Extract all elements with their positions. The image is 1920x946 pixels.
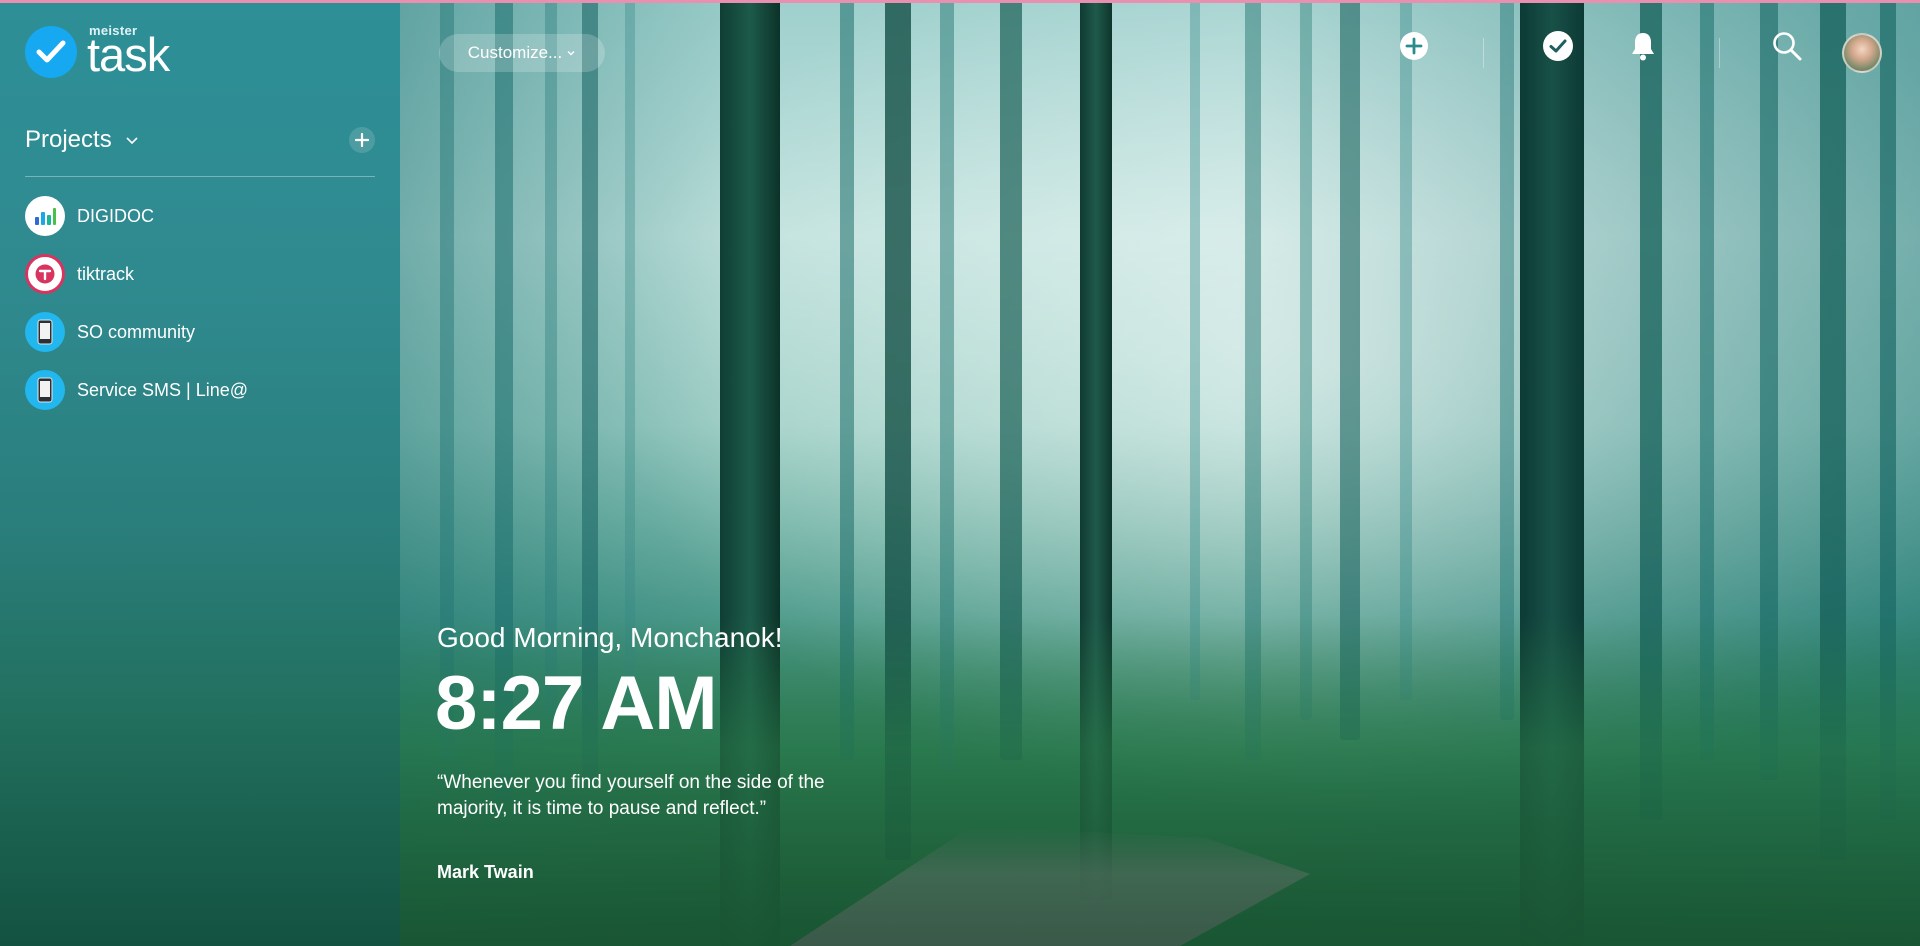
project-item-tiktrack[interactable]: tiktrack <box>25 245 375 303</box>
project-item-service-sms[interactable]: Service SMS | Line@ <box>25 361 375 419</box>
bell-icon <box>1632 33 1654 61</box>
check-icon <box>1543 31 1573 61</box>
project-list: DIGIDOC tiktrack SO community Service SM… <box>25 187 375 419</box>
customize-label: Customize... <box>467 43 563 62</box>
sidebar: meister task Projects DIGIDOC tiktrack S… <box>0 0 400 946</box>
projects-divider <box>25 176 375 177</box>
customize-button[interactable]: Customize... <box>439 34 605 72</box>
add-button[interactable] <box>1398 30 1430 62</box>
logo-text-task: task <box>87 28 170 81</box>
topbar-separator <box>1483 38 1484 68</box>
project-label: SO community <box>77 321 196 342</box>
search-icon <box>1773 32 1802 61</box>
add-project-button[interactable] <box>349 127 375 153</box>
chevron-down-icon[interactable] <box>124 132 140 148</box>
user-avatar[interactable] <box>1842 33 1882 73</box>
top-accent-line <box>0 0 1920 3</box>
notifications-button[interactable] <box>1627 30 1659 62</box>
chevron-down-icon <box>566 48 576 58</box>
clock-time: 8:27 AM <box>435 661 718 746</box>
greeting-text: Good Morning, Monchanok! <box>437 622 783 653</box>
bar-chart-icon <box>25 196 65 236</box>
search-button[interactable] <box>1771 30 1803 62</box>
phone-icon <box>25 312 65 352</box>
my-tasks-button[interactable] <box>1542 30 1574 62</box>
plus-icon <box>355 133 369 147</box>
checkmark-logo-icon <box>25 26 77 78</box>
project-label: tiktrack <box>77 263 135 284</box>
add-icon <box>1400 32 1428 60</box>
quote-text: “Whenever you find yourself on the side … <box>437 772 825 819</box>
quote-author: Mark Twain <box>437 862 534 882</box>
project-label: DIGIDOC <box>77 205 155 226</box>
topbar-separator <box>1719 38 1720 68</box>
tiktrack-icon <box>25 254 65 294</box>
phone-icon <box>25 370 65 410</box>
meistertask-logo[interactable]: meister task <box>25 23 185 81</box>
projects-header: Projects <box>25 125 375 155</box>
project-item-digidoc[interactable]: DIGIDOC <box>25 187 375 245</box>
projects-title[interactable]: Projects <box>25 126 112 154</box>
project-item-so-community[interactable]: SO community <box>25 303 375 361</box>
project-label: Service SMS | Line@ <box>77 379 249 400</box>
